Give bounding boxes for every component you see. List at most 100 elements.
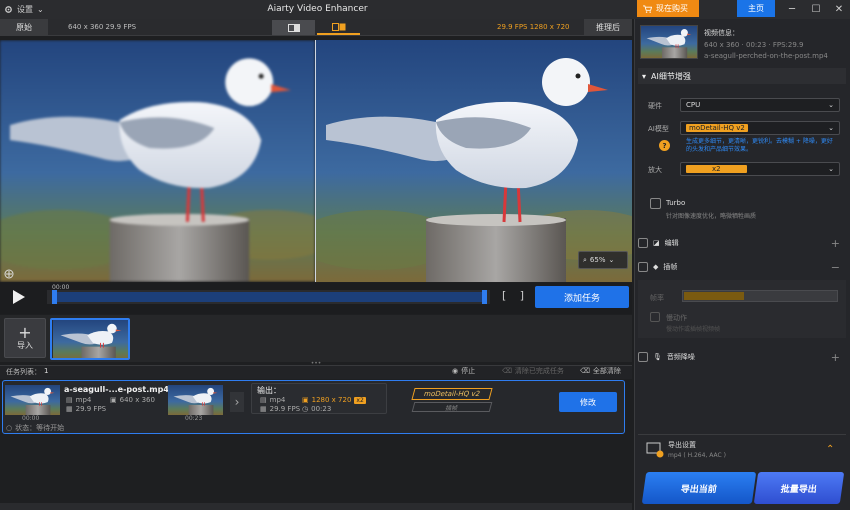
plus-icon: + [18,322,32,342]
batch-export-button[interactable]: 批量导出 [753,472,845,504]
video-thumbnail-image [52,320,128,358]
turbo-description: 针对图像速度优化，略微牺牲画质 [666,213,757,220]
split-view-button[interactable] [272,20,315,35]
audio-section-checkbox[interactable] [638,352,648,362]
edit-icon: ◪ [653,239,660,247]
video-info-title: 视频信息： [704,29,739,37]
broom-icon: ⌫ [502,367,512,375]
scale-select[interactable]: x2 ⌄ [680,162,840,176]
timeline-range [55,292,485,302]
original-label: 原始 [0,19,48,36]
import-button[interactable]: + 导入 [4,318,46,358]
output-duration-value: 00:23 [311,405,332,413]
end-frame-time: 00:23 [185,415,203,422]
frame-section-checkbox[interactable] [638,262,648,272]
help-icon[interactable]: ? [659,140,670,151]
stop-icon: ◉ [452,367,459,375]
output-fps: ▦ 29.9 FPS [260,405,300,413]
audio-section-header[interactable]: 🎙 音频降噪 + [638,349,846,365]
expand-icon[interactable]: + [831,237,840,250]
stop-button[interactable]: ◉ 停止 [452,366,475,376]
import-label: 导入 [17,340,33,350]
chevron-double-up-icon[interactable]: ⌃ [826,444,834,455]
magnifier-icon: ⌕ [583,255,587,264]
resolution-icon: ▣ [302,396,309,404]
output-duration: ◷ 00:23 [302,405,331,413]
input-resolution: ▣ 640 x 360 [110,396,155,404]
microphone-icon: 🎙 [653,353,662,361]
trim-end-handle[interactable] [482,290,487,304]
frame-section-label: 插帧 [663,263,678,271]
trim-brackets[interactable]: [ ] [502,289,524,305]
hardware-select[interactable]: CPU ⌄ [680,98,840,112]
clear-finished-label: 清除已完成任务 [514,367,564,375]
output-fps-value: 29.9 FPS [269,405,301,413]
expand-icon[interactable]: + [831,351,840,364]
export-settings-icon [646,442,664,458]
minimize-icon[interactable]: ─ [784,2,800,16]
zoom-control[interactable]: ⌕ 65% ⌄ [578,251,628,269]
start-frame-time: 00:00 [22,415,40,422]
play-icon [13,290,25,304]
app-window: 设置 ⌄ Aiarty Video Enhancer 现在购买 主页 ─ ☐ ✕… [0,0,850,510]
input-format: ▤ mp4 [66,396,91,404]
audio-section-label: 音频降噪 [666,353,695,361]
enhanced-spec: 29.9 FPS 1280 x 720 [497,23,570,31]
play-button[interactable] [12,289,26,305]
chevron-down-icon: ⌄ [608,256,615,264]
file-icon: ▤ [66,396,73,404]
maximize-icon[interactable]: ☐ [808,2,824,16]
model-select[interactable]: moDetail-HQ v2 ⌄ [680,121,840,135]
collapse-icon[interactable]: − [831,261,840,274]
media-thumbnail[interactable] [50,318,130,360]
edit-section-header[interactable]: ◪ 编辑 + [638,235,846,251]
clock-icon: ◷ [302,405,309,413]
chevron-right-icon: › [230,392,244,412]
task-file-name: a-seagull-...e-post.mp4 [64,385,169,394]
original-preview[interactable] [0,40,315,282]
frame-icon: ◆ [653,263,659,271]
side-by-side-button[interactable] [317,20,360,35]
input-format-value: mp4 [75,396,92,404]
frame-rate-label: 帧率 [650,294,664,302]
slow-motion-checkbox[interactable] [650,312,660,322]
close-icon[interactable]: ✕ [831,2,847,16]
enhanced-label: 推理后 [584,19,632,36]
end-frame-image [168,385,223,415]
scale-label: 放大 [648,166,662,174]
export-settings-format: mp4 ( H.264, AAC ) [668,452,726,459]
add-task-button[interactable]: 添加任务 [535,286,629,308]
enhanced-preview[interactable] [316,40,632,282]
split-view-icon [287,23,300,32]
home-button[interactable]: 主页 [737,0,775,17]
side-by-side-icon [331,22,345,31]
output-format: ▤ mp4 [260,396,285,404]
task-list-label: 任务列表： [6,368,41,376]
task-status-text: 状态：等待开始 [15,424,65,432]
fullscreen-icon[interactable] [4,269,14,279]
frame-section-header[interactable]: ◆ 插帧 − [638,259,846,275]
frame-interpolation-chip: 插帧 [411,402,493,412]
bracket-left-icon[interactable]: [ [502,289,506,305]
turbo-checkbox[interactable] [650,198,661,209]
chevron-down-icon: ⌄ [828,124,834,132]
export-current-button[interactable]: 导出当前 [641,472,757,504]
clear-finished-button[interactable]: ⌫ 清除已完成任务 [502,366,564,376]
broom-icon: ⌫ [580,367,590,375]
trim-start-handle[interactable] [52,290,57,304]
export-settings[interactable] [638,434,846,466]
model-label: AI模型 [648,125,669,133]
clear-all-button[interactable]: ⌫ 全部清除 [580,366,621,376]
buy-now-button[interactable]: 现在购买 [637,0,699,17]
task-start-thumbnail [5,385,60,415]
model-description: 生成更多细节，更清晰，更锐利。去模糊 + 降噪，更好的头发和产品细节效果。 [686,138,833,153]
edit-task-button[interactable]: 修改 [559,392,617,412]
frame-rate-value-fill [684,292,744,300]
bracket-right-icon[interactable]: ] [520,289,524,305]
output-format-value: mp4 [269,396,286,404]
video-info-name: a-seagull-perched-on-the-post.mp4 [704,52,828,60]
slow-motion-label: 慢动作 [666,314,687,322]
ai-section-header[interactable]: ▾ AI细节增强 [638,68,846,84]
input-resolution-value: 640 x 360 [119,396,155,404]
edit-section-checkbox[interactable] [638,238,648,248]
